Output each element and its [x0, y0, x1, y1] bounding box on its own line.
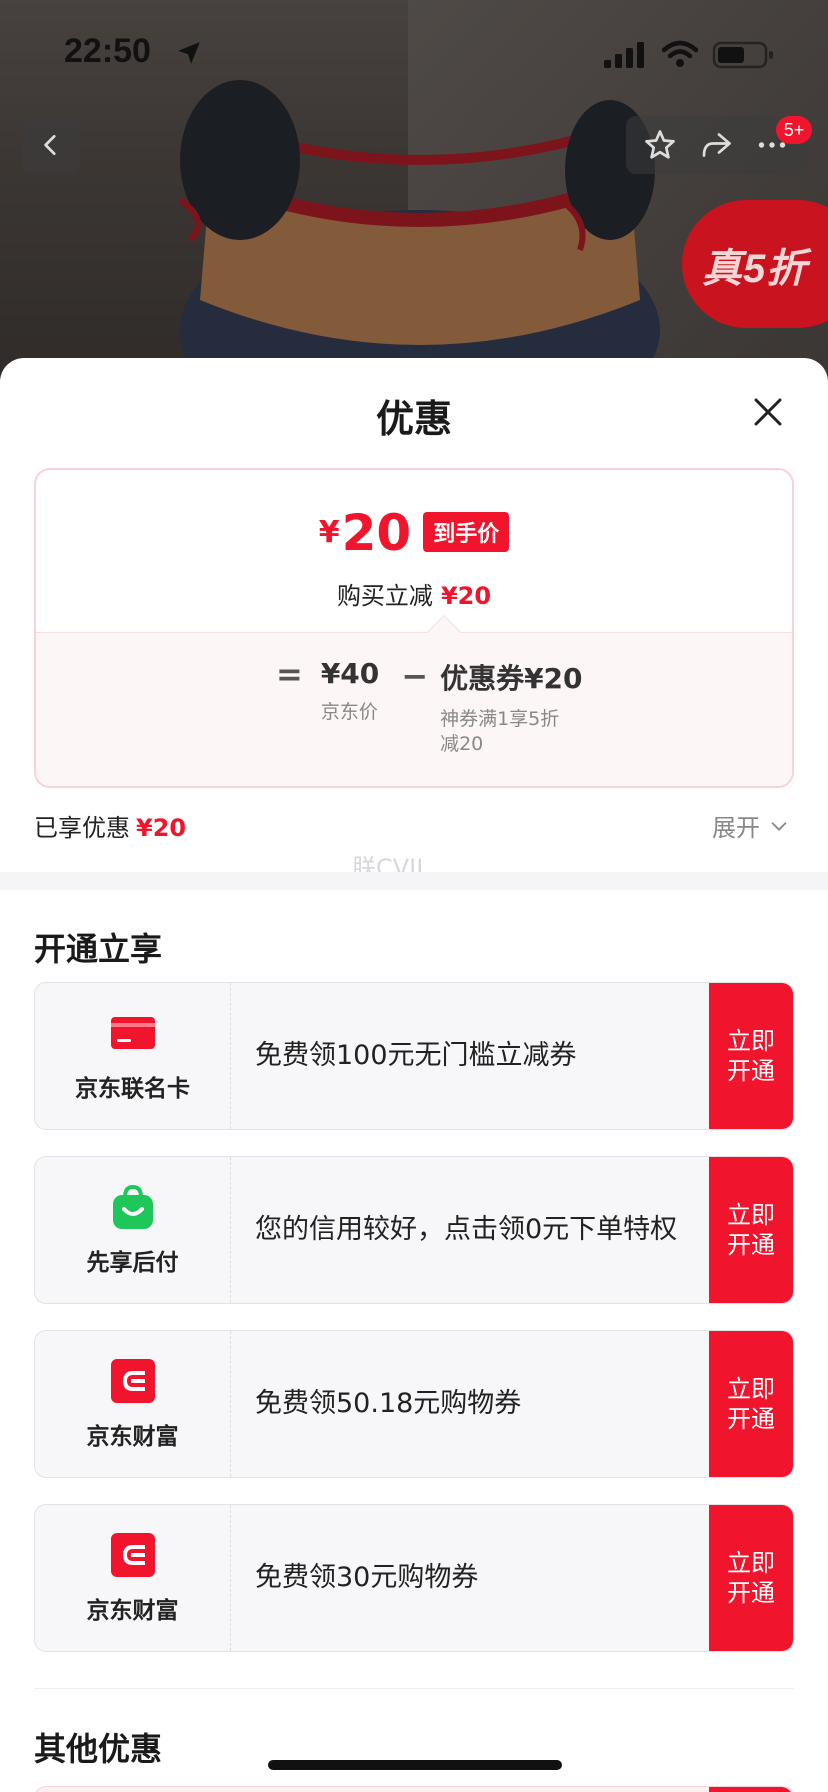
wifi-icon — [662, 40, 698, 67]
coupon-term: 优惠券¥20 神券满1享5折 减20 — [440, 662, 583, 755]
message-count-badge: 5+ — [776, 116, 812, 144]
share-icon[interactable] — [698, 127, 734, 163]
jd-price-term: ¥40 京东价 — [320, 657, 380, 723]
price-formula-area: = ¥40 京东价 − 优惠券¥20 神券满1享5折 减20 — [36, 632, 792, 786]
activate-button[interactable]: 立即 开通 — [709, 1331, 793, 1477]
activate-button[interactable]: 立即 开通 — [709, 1505, 793, 1651]
final-price: 20 — [341, 504, 412, 562]
offer-description: 免费领30元购物券 — [255, 1562, 479, 1594]
offer-description: 您的信用较好，点击领0元下单特权 — [255, 1214, 678, 1246]
enjoyed-discount: 已享优惠 ¥20 — [34, 814, 187, 842]
location-arrow-icon — [178, 42, 200, 64]
expand-button[interactable]: 展开 — [712, 808, 790, 843]
product-image-area: 22:50 5+ 真5折 — [0, 0, 828, 380]
offer-brand: 京东财富 — [86, 1424, 179, 1450]
final-price-tag: 到手价 — [423, 512, 510, 552]
status-time: 22:50 — [64, 32, 151, 70]
chevron-down-icon — [771, 821, 787, 831]
price-breakdown-card: ¥ 20 到手价 购买立减 ¥20 = ¥40 京东价 − 优惠券¥20 神券满1… — [34, 468, 794, 788]
offer-brand: 京东财富 — [86, 1598, 179, 1624]
section-divider-line — [34, 1688, 794, 1689]
wallet-icon — [110, 1359, 155, 1403]
shopping-bag-icon — [112, 1184, 153, 1229]
open-section-title: 开通立享 — [34, 930, 163, 968]
offer-card[interactable]: 京东联名卡 免费领100元无门槛立减券 立即 开通 — [34, 982, 794, 1130]
star-icon[interactable] — [642, 127, 678, 163]
section-divider — [0, 872, 828, 890]
card-icon — [110, 1017, 155, 1049]
close-icon[interactable] — [750, 394, 786, 430]
chevron-left-icon — [44, 134, 56, 156]
back-button[interactable] — [22, 116, 80, 174]
home-indicator — [268, 1760, 562, 1770]
offer-brand: 先享后付 — [86, 1250, 179, 1276]
offer-card[interactable]: 先享后付 您的信用较好，点击领0元下单特权 立即 开通 — [34, 1156, 794, 1304]
price-currency: ¥ — [318, 515, 340, 550]
discount-sheet: 优惠 ¥ 20 到手价 购买立减¥20 = ¥40 京东价 − 优惠券¥20 — [0, 358, 828, 1792]
activate-button[interactable]: 立即 开通 — [709, 1157, 793, 1303]
status-bar: 22:50 — [0, 0, 828, 100]
sheet-title: 优惠 — [375, 397, 452, 441]
other-section-title: 其他优惠 — [34, 1730, 163, 1768]
promo-tag-label: 真5折 — [702, 247, 808, 291]
wallet-icon — [110, 1533, 155, 1577]
price-formula: = ¥40 京东价 − 优惠券¥20 神券满1享5折 减20 — [276, 655, 583, 755]
offer-brand: 京东联名卡 — [75, 1076, 190, 1102]
offer-card[interactable]: 京东财富 免费领50.18元购物券 立即 开通 — [34, 1330, 794, 1478]
promo-tag: 真5折 — [682, 200, 828, 328]
offer-description: 免费领50.18元购物券 — [255, 1388, 522, 1420]
offer-description: 免费领100元无门槛立减券 — [255, 1040, 577, 1072]
offer-card[interactable]: 京东财富 免费领30元购物券 立即 开通 — [34, 1504, 794, 1652]
battery-icon — [712, 41, 773, 69]
other-offer-card[interactable] — [34, 1786, 794, 1792]
activate-button[interactable]: 立即 开通 — [709, 983, 793, 1129]
cellular-signal-icon — [604, 42, 644, 68]
price-subtitle: 购买立减 ¥20 — [336, 582, 492, 610]
